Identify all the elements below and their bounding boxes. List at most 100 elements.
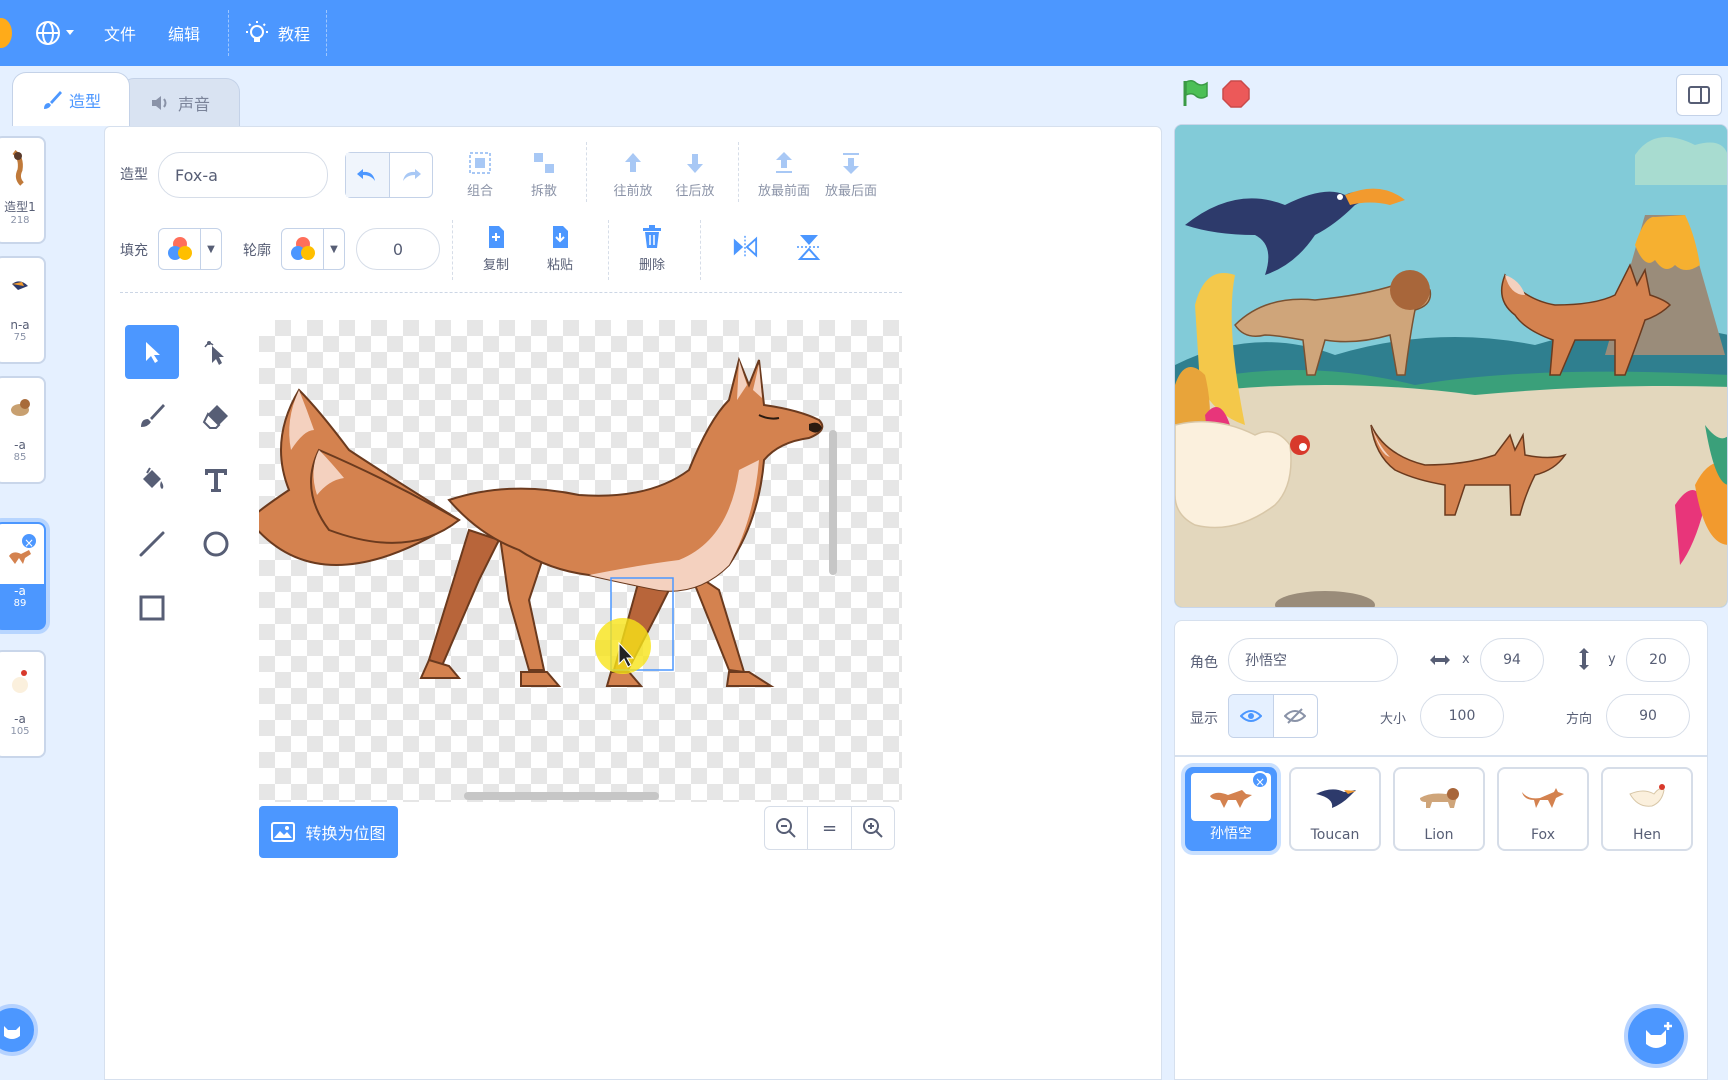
add-costume-button[interactable] [0,1004,38,1056]
stop-button[interactable] [1222,80,1250,112]
forward-button[interactable]: 往前放 [608,150,658,199]
zoom-out-button[interactable] [765,807,809,849]
menu-file[interactable]: 文件 [104,0,136,66]
zoom-reset-button[interactable]: = [808,807,852,849]
delete-sprite-icon[interactable]: × [1251,771,1269,789]
group-button[interactable]: 组合 [460,150,500,199]
circle-icon [203,531,229,557]
toolbar-divider [452,220,453,280]
delete-costume-icon[interactable]: × [20,532,38,550]
sprite-name-input[interactable]: 孙悟空 [1228,638,1398,682]
x-input[interactable]: 94 [1480,638,1544,682]
back-button[interactable]: 放最后面 [822,150,880,199]
rectangle-tool[interactable] [125,581,179,635]
show-sprite-button[interactable] [1229,695,1274,737]
visibility-toggle [1228,694,1318,738]
chevron-down-icon: ▼ [330,243,338,255]
undo-button[interactable] [346,153,390,197]
costume-size: 75 [13,332,27,343]
drawing-canvas[interactable] [259,320,902,802]
eraser-icon [202,405,228,429]
paste-button[interactable]: 粘贴 [540,224,580,273]
menu-edit[interactable]: 编辑 [168,0,200,66]
costume-size: 218 [10,215,30,226]
menu-tutorial[interactable]: 教程 [244,0,310,66]
flip-vertical-button[interactable] [794,234,824,260]
circle-tool[interactable] [189,517,243,571]
costume-thumbnail [0,524,44,584]
send-back-icon [843,153,859,174]
tab-sounds[interactable]: 声音 [120,78,240,126]
costume-list: 造型1 218 n-a 75 -a 85 × -a 89 -a 105 [0,126,86,1080]
fill-tool[interactable] [125,453,179,507]
tab-costumes[interactable]: 造型 [12,72,130,126]
toolbar-divider [608,220,609,280]
select-tool[interactable] [125,325,179,379]
green-flag-button[interactable] [1180,78,1210,112]
brush-tool[interactable] [125,389,179,443]
x-label: x [1462,652,1470,667]
eraser-tool[interactable] [189,389,243,443]
hide-sprite-button[interactable] [1274,695,1318,737]
copy-label: 复制 [482,258,509,273]
outline-color-picker[interactable]: ▼ [281,228,345,270]
redo-button[interactable] [390,153,433,197]
sprite-tile[interactable]: Lion [1393,767,1485,851]
menu-divider [228,10,229,56]
sprite-tile[interactable]: Toucan [1289,767,1381,851]
lightbulb-icon [246,21,268,42]
backward-label: 往后放 [675,184,715,199]
text-tool[interactable] [189,453,243,507]
costume-thumbnail [0,138,44,198]
costume-item[interactable]: 造型1 218 [0,136,46,244]
zoom-controls: = [764,806,895,850]
zoom-in-button[interactable] [852,807,894,849]
toolbar-divider [738,142,739,202]
costume-item[interactable]: n-a 75 [0,256,46,364]
small-stage-button[interactable] [1676,74,1722,116]
globe-icon [36,21,74,45]
ungroup-button[interactable]: 拆散 [524,150,564,199]
convert-to-bitmap-button[interactable]: 转换为位图 [259,806,398,858]
sprite-tile[interactable]: Fox [1497,767,1589,851]
backward-button[interactable]: 往后放 [670,150,720,199]
costume-name-input[interactable]: Fox-a [158,152,328,198]
line-tool[interactable] [125,517,179,571]
logo-icon[interactable] [0,18,12,48]
reshape-tool[interactable] [189,325,243,379]
y-input[interactable]: 20 [1626,638,1690,682]
toolbar-divider [586,142,587,202]
forward-label: 往前放 [613,184,653,199]
delete-button[interactable]: 删除 [632,224,672,273]
costume-name: -a [14,438,26,452]
costume-item-selected[interactable]: × -a 89 [0,522,46,630]
flip-horizontal-icon [733,235,758,259]
sprite-tile-selected[interactable]: × 孙悟空 [1185,767,1277,851]
flip-horizontal-button[interactable] [730,234,760,260]
language-menu[interactable] [34,0,78,66]
sprite-thumbnail [1399,773,1479,821]
sprite-name-label: 角色 [1190,655,1218,671]
bring-front-icon [776,152,792,173]
y-label: y [1608,652,1616,667]
add-sprite-button[interactable] [1624,1004,1688,1068]
direction-input[interactable]: 90 [1606,694,1690,738]
costume-item[interactable]: -a 105 [0,650,46,758]
sprite-tile[interactable]: Hen [1601,767,1693,851]
front-button[interactable]: 放最前面 [756,150,812,199]
costume-size: 85 [13,452,27,463]
outline-width-input[interactable]: 0 [356,228,440,270]
costume-item[interactable]: -a 85 [0,376,46,484]
y-position-icon [1574,646,1594,676]
green-flag-icon [1183,79,1208,106]
sprite-thumbnail [1503,773,1583,821]
color-circles-icon [167,237,192,260]
size-input[interactable]: 100 [1420,694,1504,738]
stage-canvas[interactable] [1174,124,1728,608]
sprite-name: Fox [1531,827,1555,843]
copy-button[interactable]: 复制 [476,224,516,273]
fill-color-picker[interactable]: ▼ [158,228,222,270]
sprite-thumbnail [1607,773,1687,821]
size-label: 大小 [1380,712,1407,727]
arrow-up-icon [625,153,641,172]
